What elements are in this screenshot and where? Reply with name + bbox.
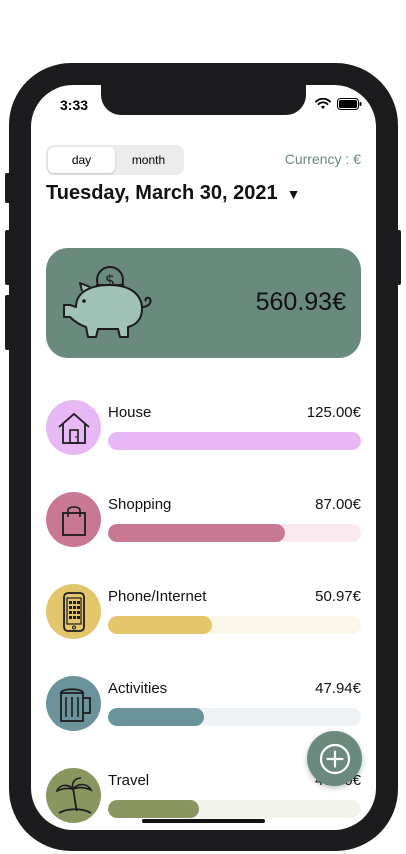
dropdown-caret-icon: ▼ — [286, 185, 301, 202]
category-icon-circle — [46, 400, 101, 455]
total-amount: 560.93€ — [255, 288, 346, 316]
category-row-activities[interactable]: Activities 47.94€ — [46, 674, 361, 734]
home-indicator — [142, 819, 265, 823]
category-amount: 47.94€ — [315, 680, 361, 697]
progress-fill — [108, 432, 361, 450]
category-amount: 87.00€ — [315, 496, 361, 513]
category-name: Shopping — [108, 496, 172, 513]
category-name: House — [108, 404, 152, 421]
progress-track — [108, 800, 361, 818]
status-icons — [315, 98, 362, 110]
total-card: $ 560.93€ — [46, 248, 361, 358]
add-expense-button[interactable] — [307, 731, 362, 786]
piggy-bank-icon: $ — [63, 266, 152, 338]
app-screen: 3:33 day month Currency : € Tuesday, Mar… — [31, 85, 376, 830]
status-time: 3:33 — [60, 97, 89, 113]
progress-track — [108, 432, 361, 450]
phone-icon — [62, 591, 85, 632]
progress-fill — [108, 708, 205, 726]
beer-mug-icon — [59, 687, 91, 722]
category-icon-circle — [46, 768, 101, 823]
progress-fill — [108, 800, 200, 818]
progress-fill — [108, 524, 286, 542]
category-name: Activities — [108, 680, 168, 697]
wifi-icon — [315, 98, 331, 109]
segment-month[interactable]: month — [115, 147, 182, 173]
progress-track — [108, 708, 361, 726]
date-label: Tuesday, March 30, 2021 — [46, 182, 278, 204]
date-picker[interactable]: Tuesday, March 30, 2021 ▼ — [46, 182, 300, 205]
category-row-phone-internet[interactable]: Phone/Internet 50.97€ — [46, 582, 361, 642]
category-amount: 50.97€ — [315, 588, 361, 605]
progress-track — [108, 616, 361, 634]
shopping-bag-icon — [61, 505, 86, 536]
category-row-house[interactable]: House 125.00€ — [46, 398, 361, 458]
category-icon-circle — [46, 676, 101, 731]
category-name: Travel — [108, 772, 150, 789]
house-icon — [57, 412, 90, 444]
currency-selector[interactable]: Currency : € — [285, 151, 361, 167]
progress-fill — [108, 616, 212, 634]
category-icon-circle — [46, 492, 101, 547]
palm-tree-icon — [55, 776, 93, 814]
plus-icon — [319, 743, 350, 774]
notch — [101, 85, 306, 115]
segment-day[interactable]: day — [48, 147, 115, 173]
category-icon-circle — [46, 584, 101, 639]
battery-icon — [337, 98, 362, 110]
period-segmented-control: day month — [46, 145, 184, 175]
category-amount: 125.00€ — [306, 404, 361, 421]
category-name: Phone/Internet — [108, 588, 207, 605]
progress-track — [108, 524, 361, 542]
category-row-shopping[interactable]: Shopping 87.00€ — [46, 490, 361, 550]
